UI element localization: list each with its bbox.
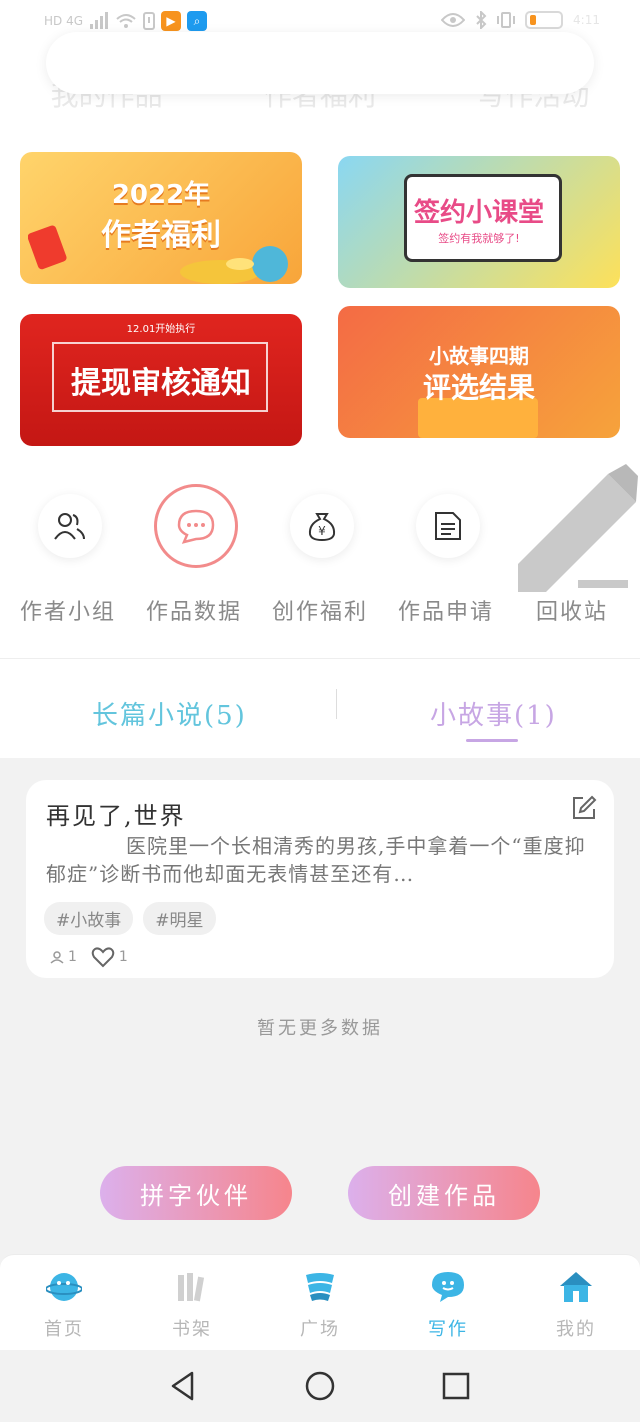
- vibrate-icon: [497, 12, 516, 28]
- bluetooth-icon: [476, 11, 487, 29]
- active-tab-indicator: [466, 739, 518, 742]
- banner-story-subtitle: 小故事四期: [429, 344, 529, 368]
- action-work-data[interactable]: 作品数据: [130, 456, 258, 658]
- money-bag-icon: ¥: [290, 494, 354, 558]
- action-label: 作者小组: [19, 600, 116, 625]
- banner-welfare-title: 作者福利: [101, 218, 221, 253]
- nav-me[interactable]: 我的: [512, 1269, 640, 1349]
- tag-chip[interactable]: #明星: [143, 902, 216, 935]
- no-more-data: 暂无更多数据: [257, 1018, 383, 1039]
- status-right: 4:11: [441, 11, 600, 29]
- home-icon: [560, 1272, 592, 1302]
- content-tabs: 长篇小说(5) 小故事(1): [0, 658, 640, 758]
- banner-story-results[interactable]: 小故事四期 评选结果: [338, 306, 620, 438]
- action-author-group[interactable]: 作者小组: [4, 456, 132, 658]
- action-recycle-bin[interactable]: 回收站: [508, 456, 638, 658]
- banner-contract-subtitle: 签约有我就够了!: [438, 232, 520, 245]
- search-app-icon: ⌕: [187, 11, 208, 31]
- system-nav-bar: [0, 1350, 640, 1422]
- quick-actions: 作者小组 作品数据 ¥ 创作福利 作品申请 回收站: [0, 456, 640, 658]
- battery-fill: [530, 15, 537, 25]
- tab-novels[interactable]: 长篇小说(5): [92, 695, 247, 732]
- nav-label: 写作: [428, 1319, 468, 1340]
- banner-contract-class[interactable]: 签约小课堂 签约有我就够了!: [338, 156, 620, 288]
- banner-withdraw-title: 提现审核通知: [71, 366, 251, 401]
- home-circle-icon[interactable]: [304, 1370, 336, 1402]
- nav-home[interactable]: 首页: [0, 1269, 128, 1349]
- banner-contract-title: 签约小课堂: [413, 198, 544, 228]
- story-excerpt: 医院里一个长相清秀的男孩,手中拿着一个“重度抑郁症”诊断书而他却面无表情甚至还有…: [46, 834, 586, 886]
- edit-icon[interactable]: [570, 794, 598, 822]
- square-icon: [306, 1273, 334, 1301]
- nav-label: 书架: [172, 1319, 212, 1340]
- wifi-icon: [116, 14, 136, 28]
- tag-chip[interactable]: #小故事: [44, 902, 134, 935]
- svg-text:¥: ¥: [318, 524, 326, 538]
- signal-icon: [90, 12, 109, 29]
- banner-withdraw-date: 12.01开始执行: [126, 324, 196, 335]
- action-creation-welfare[interactable]: ¥ 创作福利: [256, 456, 384, 658]
- recents-icon[interactable]: [440, 1370, 472, 1402]
- views-stat: 1: [50, 949, 77, 965]
- story-title: 再见了,世界: [46, 802, 186, 830]
- banner-welfare-year: 2022年: [111, 180, 211, 210]
- search-bar[interactable]: [46, 32, 594, 94]
- story-stats: 1 1: [50, 946, 128, 968]
- banner-grid: 2022年 作者福利 签约小课堂 签约有我就够了! 12.01开始执行 提现审核…: [0, 126, 640, 456]
- likes-stat[interactable]: 1: [91, 946, 128, 968]
- nav-label: 广场: [300, 1319, 340, 1340]
- chat-icon: [154, 484, 238, 568]
- planet-icon: [46, 1273, 82, 1301]
- status-left: HD 4G ▶ ⌕: [44, 11, 208, 31]
- document-icon: [416, 494, 480, 558]
- action-label: 回收站: [535, 600, 608, 625]
- find-partner-button[interactable]: 拼字伙伴: [100, 1166, 292, 1220]
- action-label: 作品数据: [145, 600, 242, 625]
- nav-label: 我的: [556, 1319, 596, 1340]
- likes-count: 1: [118, 949, 128, 965]
- sim-alert-icon: [143, 12, 156, 30]
- views-count: 1: [68, 949, 77, 965]
- action-label: 作品申请: [397, 600, 494, 625]
- story-tags: #小故事 #明星: [44, 902, 216, 935]
- banner-author-welfare[interactable]: 2022年 作者福利: [20, 152, 302, 284]
- nav-write[interactable]: 写作: [384, 1269, 512, 1349]
- back-icon[interactable]: [168, 1370, 200, 1402]
- video-app-icon: ▶: [161, 11, 182, 31]
- action-label: 创作福利: [271, 600, 368, 625]
- nav-label: 首页: [44, 1319, 84, 1340]
- action-work-application[interactable]: 作品申请: [382, 456, 510, 658]
- tab-divider: [336, 689, 337, 719]
- pencil-icon: [518, 464, 638, 592]
- nav-bookshelf[interactable]: 书架: [128, 1269, 256, 1349]
- tab-short-stories[interactable]: 小故事(1): [430, 695, 557, 732]
- story-card[interactable]: 再见了,世界 医院里一个长相清秀的男孩,手中拿着一个“重度抑郁症”诊断书而他却面…: [26, 780, 614, 978]
- clock: 4:11: [573, 13, 600, 27]
- eye-icon: [441, 13, 466, 27]
- network-indicator: HD 4G: [44, 14, 84, 28]
- views-icon: [50, 951, 64, 964]
- bottom-nav: 首页 书架 广场 写作 我的: [0, 1254, 640, 1350]
- nav-square[interactable]: 广场: [256, 1269, 384, 1349]
- battery-icon: [525, 11, 564, 29]
- write-chat-icon: [432, 1272, 464, 1302]
- banner-story-title: 评选结果: [422, 371, 535, 404]
- bookshelf-icon: [174, 1269, 210, 1305]
- group-icon: [38, 494, 102, 558]
- banner-withdraw-notice[interactable]: 12.01开始执行 提现审核通知: [20, 314, 302, 446]
- create-work-button[interactable]: 创建作品: [348, 1166, 540, 1220]
- heart-icon: [91, 947, 115, 968]
